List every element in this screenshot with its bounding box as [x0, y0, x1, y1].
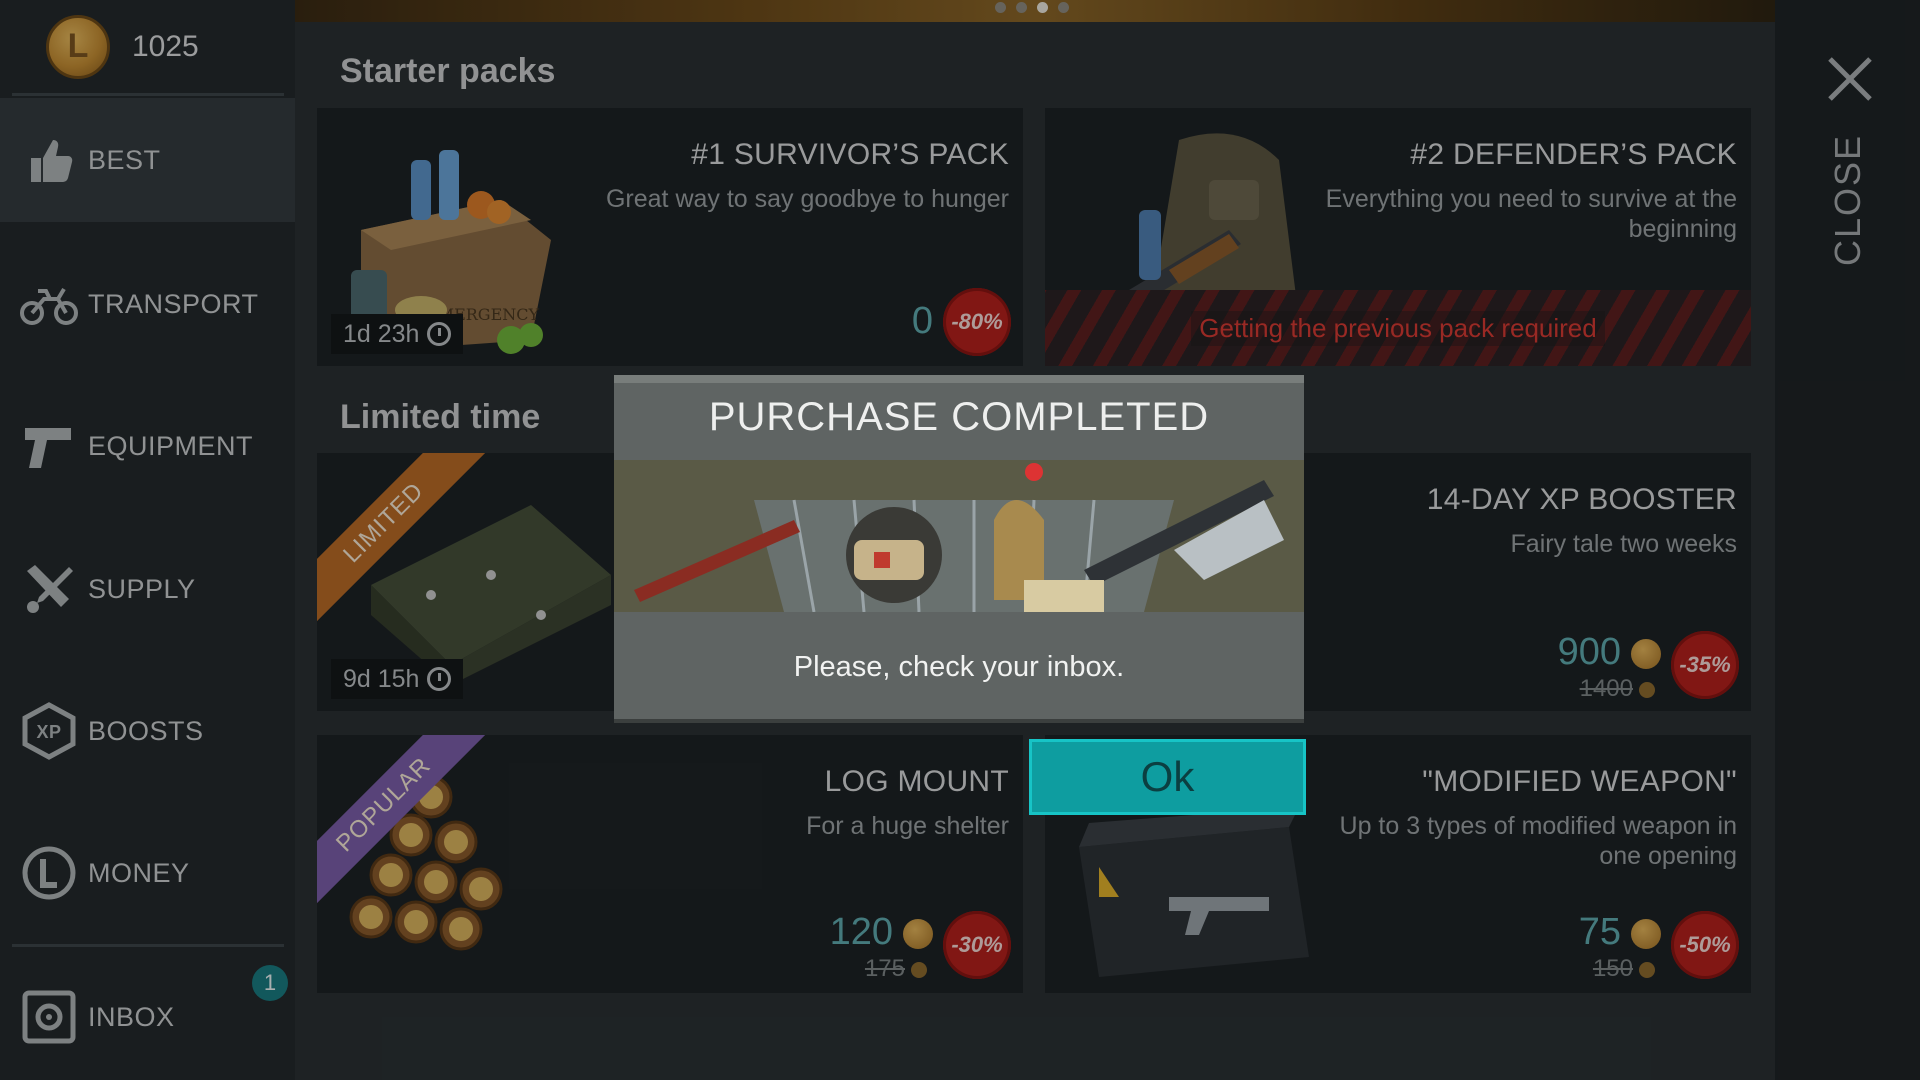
dialog-message: Please, check your inbox.	[793, 651, 1125, 683]
purchase-completed-dialog: PURCHASE COMPLETED Please, check your in…	[614, 375, 1304, 723]
dialog-title: PURCHASE COMPLETED	[708, 395, 1210, 439]
loot-cart-image	[614, 460, 1304, 612]
ok-button[interactable]: Ok	[1029, 739, 1306, 815]
